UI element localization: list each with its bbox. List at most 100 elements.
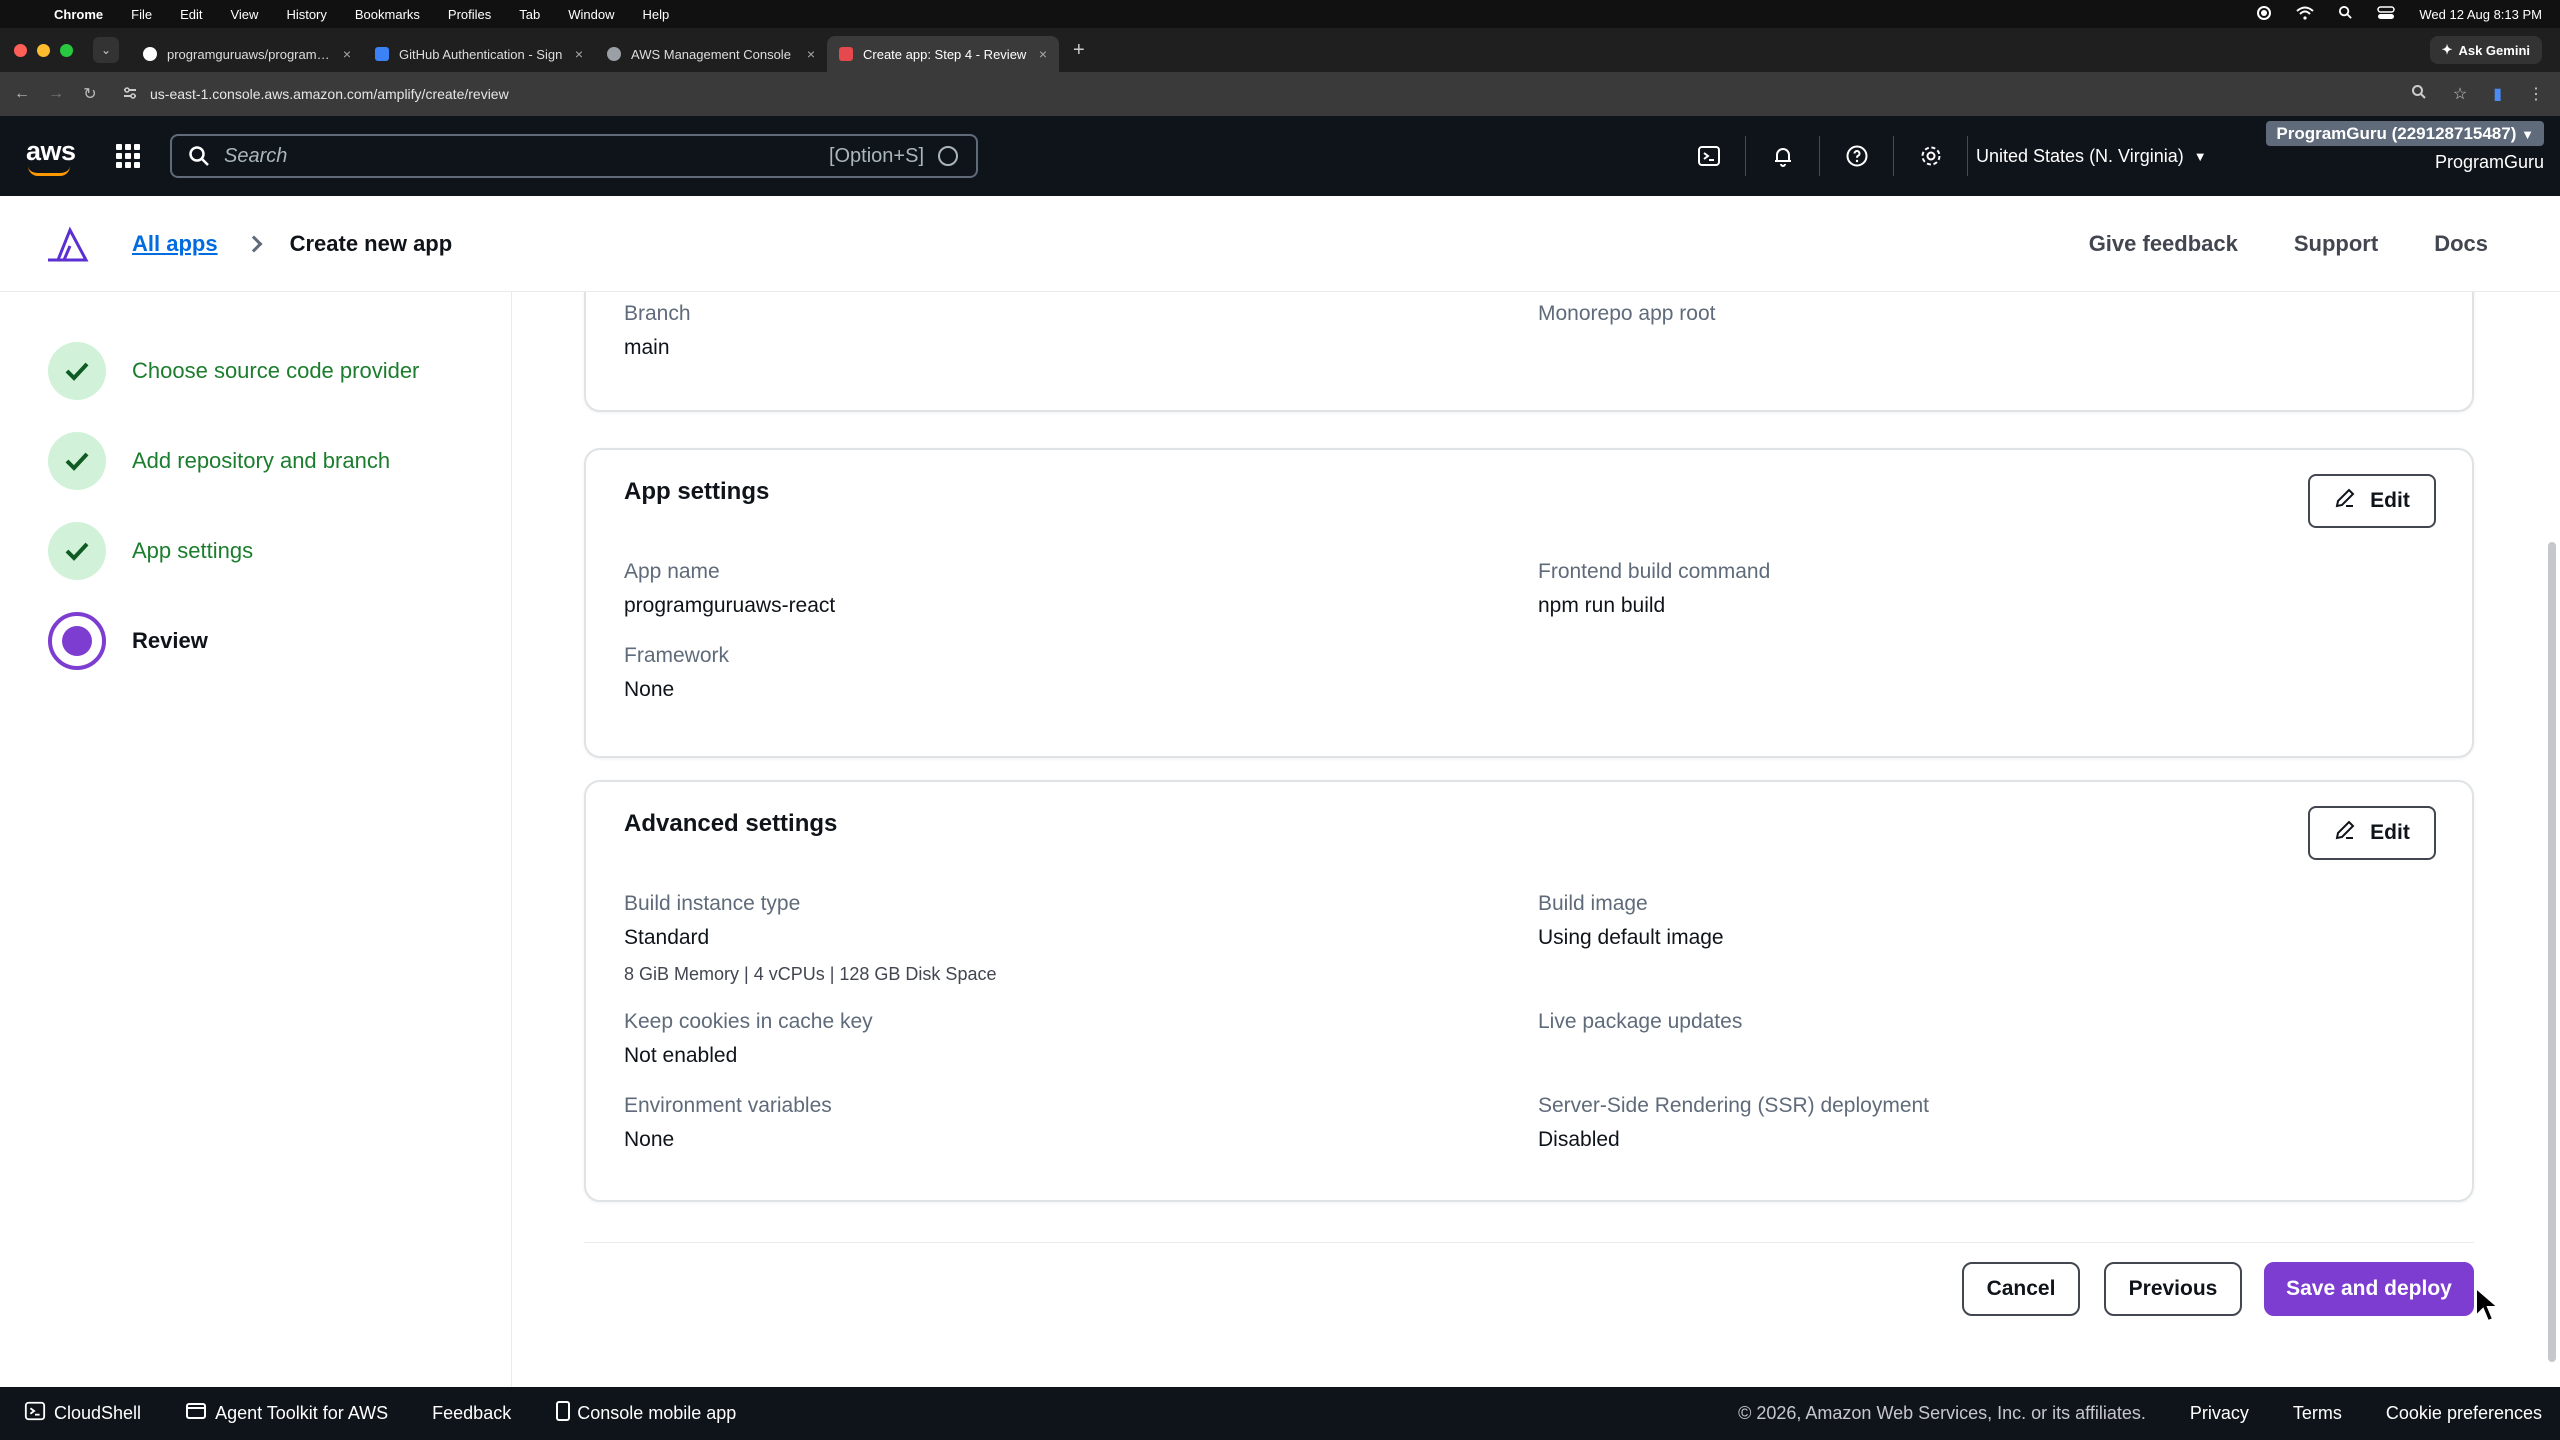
new-tab-button[interactable]: + (1073, 39, 1085, 62)
env-vars-value: None (624, 1128, 675, 1151)
browser-tab-github-auth[interactable]: GitHub Authentication - Sign × (363, 36, 595, 72)
cancel-button[interactable]: Cancel (1962, 1262, 2080, 1316)
browser-tab-create-app[interactable]: Create app: Step 4 - Review × (827, 36, 1059, 72)
help-icon[interactable] (1820, 136, 1894, 176)
zoom-window-button[interactable] (60, 43, 73, 57)
aws-top-navigation: aws Search [Option+S] United States (N. … (0, 116, 2560, 196)
privacy-link[interactable]: Privacy (2190, 1403, 2249, 1424)
wifi-icon[interactable] (2296, 6, 2315, 23)
cookie-preferences-link[interactable]: Cookie preferences (2386, 1403, 2542, 1424)
cloudshell-icon[interactable] (1672, 136, 1746, 176)
account-chip[interactable]: ProgramGuru (229128715487) ▼ (2266, 121, 2544, 146)
app-settings-edit-button[interactable]: Edit (2308, 474, 2436, 528)
save-and-deploy-button[interactable]: Save and deploy (2264, 1262, 2474, 1316)
cookies-cache-field: Keep cookies in cache key Not enabled (624, 1010, 873, 1068)
account-menu[interactable]: ProgramGuru (229128715487) ▼ ProgramGuru (2266, 121, 2544, 173)
record-icon[interactable] (2256, 5, 2272, 24)
browser-tabbar: ⌄ programguruaws/programguru × GitHub Au… (0, 28, 2560, 72)
menu-tab[interactable]: Tab (519, 7, 540, 22)
step-app-settings[interactable]: App settings (48, 522, 253, 580)
header-links: Give feedback Support Docs (2089, 196, 2488, 292)
amplify-favicon-icon (839, 47, 853, 61)
tab-close-icon[interactable]: × (575, 46, 583, 62)
step-label: Choose source code provider (132, 358, 420, 383)
branch-label: Branch (624, 302, 691, 325)
build-image-label: Build image (1538, 892, 1648, 915)
cloudshell-icon (24, 1400, 46, 1427)
console-mobile-app-button[interactable]: Console mobile app (555, 1400, 736, 1427)
account-chip-label: ProgramGuru (229128715487) (2276, 124, 2517, 143)
docs-link[interactable]: Docs (2434, 231, 2488, 257)
tab-close-icon[interactable]: × (1039, 46, 1047, 62)
env-vars-field: Environment variables None (624, 1094, 832, 1152)
menu-help[interactable]: Help (643, 7, 670, 22)
breadcrumb-current-page: Create new app (289, 230, 453, 256)
step-current-icon (48, 612, 106, 670)
search-shortcut-hint: [Option+S] (828, 144, 924, 167)
region-selector[interactable]: United States (N. Virginia) ▼ (1976, 116, 2207, 196)
notifications-bell-icon[interactable] (1746, 136, 1820, 176)
build-command-label: Frontend build command (1538, 560, 1771, 583)
services-menu-icon[interactable] (116, 144, 140, 168)
macos-menubar: Chrome File Edit View History Bookmarks … (0, 0, 2560, 28)
give-feedback-link[interactable]: Give feedback (2089, 231, 2238, 257)
back-arrow-icon[interactable]: ← (10, 85, 34, 103)
build-instance-value: Standard (624, 926, 710, 949)
zoom-icon[interactable] (2411, 84, 2427, 105)
step-add-repository[interactable]: Add repository and branch (48, 432, 390, 490)
url-field[interactable]: us-east-1.console.aws.amazon.com/amplify… (122, 86, 509, 103)
ask-gemini-button[interactable]: ✦ Ask Gemini (2429, 36, 2542, 64)
menu-edit[interactable]: Edit (180, 7, 202, 22)
agent-toolkit-footer-button[interactable]: Agent Toolkit for AWS (185, 1401, 388, 1426)
menu-profiles[interactable]: Profiles (448, 7, 491, 22)
close-window-button[interactable] (14, 43, 27, 57)
browser-tab-github-repo[interactable]: programguruaws/programguru × (131, 36, 363, 72)
chrome-menu-icon[interactable]: ⋮ (2528, 84, 2544, 104)
tab-title: programguruaws/programguru (167, 46, 335, 62)
reload-icon[interactable]: ↻ (78, 84, 102, 104)
live-package-field: Live package updates (1538, 1010, 1742, 1034)
menubar-clock[interactable]: Wed 12 Aug 8:13 PM (2419, 7, 2542, 22)
minimize-window-button[interactable] (37, 43, 50, 57)
step-choose-source[interactable]: Choose source code provider (48, 342, 419, 400)
amplify-logo-icon[interactable] (46, 224, 90, 264)
control-center-icon[interactable] (2377, 5, 2396, 23)
terms-link[interactable]: Terms (2293, 1403, 2342, 1424)
browser-tab-aws-console[interactable]: AWS Management Console × (595, 36, 827, 72)
nav-utility-icons (1672, 116, 1968, 196)
tab-search-button[interactable]: ⌄ (93, 37, 119, 63)
extension-icon[interactable]: ▮ (2493, 84, 2502, 104)
search-placeholder: Search (224, 144, 288, 167)
actions-divider (584, 1242, 2474, 1243)
settings-gear-icon[interactable] (1894, 136, 1968, 176)
menu-app-name[interactable]: Chrome (54, 7, 103, 22)
menu-file[interactable]: File (131, 7, 152, 22)
toolkit-icon (185, 1401, 207, 1426)
tab-close-icon[interactable]: × (807, 46, 815, 62)
build-instance-field: Build instance type Standard 8 GiB Memor… (624, 892, 996, 985)
support-link[interactable]: Support (2294, 231, 2378, 257)
bookmark-star-icon[interactable]: ☆ (2453, 84, 2467, 104)
console-search-input[interactable]: Search [Option+S] (170, 134, 978, 178)
aws-logo[interactable]: aws (26, 136, 76, 176)
menu-bookmarks[interactable]: Bookmarks (355, 7, 420, 22)
menu-view[interactable]: View (230, 7, 258, 22)
forward-arrow-icon[interactable]: → (44, 85, 68, 103)
previous-button[interactable]: Previous (2104, 1262, 2242, 1316)
menu-window[interactable]: Window (568, 7, 614, 22)
tab-close-icon[interactable]: × (343, 46, 351, 62)
repository-details-card: Branch main Monorepo app root (584, 292, 2474, 412)
menu-history[interactable]: History (286, 7, 326, 22)
breadcrumb-all-apps-link[interactable]: All apps (132, 231, 218, 257)
site-info-icon[interactable] (122, 86, 138, 103)
spotlight-icon[interactable] (2338, 5, 2353, 23)
app-settings-card: App settings Edit App name programguruaw… (584, 448, 2474, 758)
search-settings-icon[interactable] (938, 146, 958, 166)
cloudshell-footer-button[interactable]: CloudShell (24, 1400, 141, 1427)
mobile-app-icon (555, 1400, 571, 1427)
page-scrollbar[interactable] (2548, 542, 2556, 1362)
feedback-footer-link[interactable]: Feedback (432, 1403, 511, 1424)
tab-title: GitHub Authentication - Sign (399, 46, 563, 62)
advanced-settings-edit-button[interactable]: Edit (2308, 806, 2436, 860)
github-favicon-icon (143, 47, 157, 61)
